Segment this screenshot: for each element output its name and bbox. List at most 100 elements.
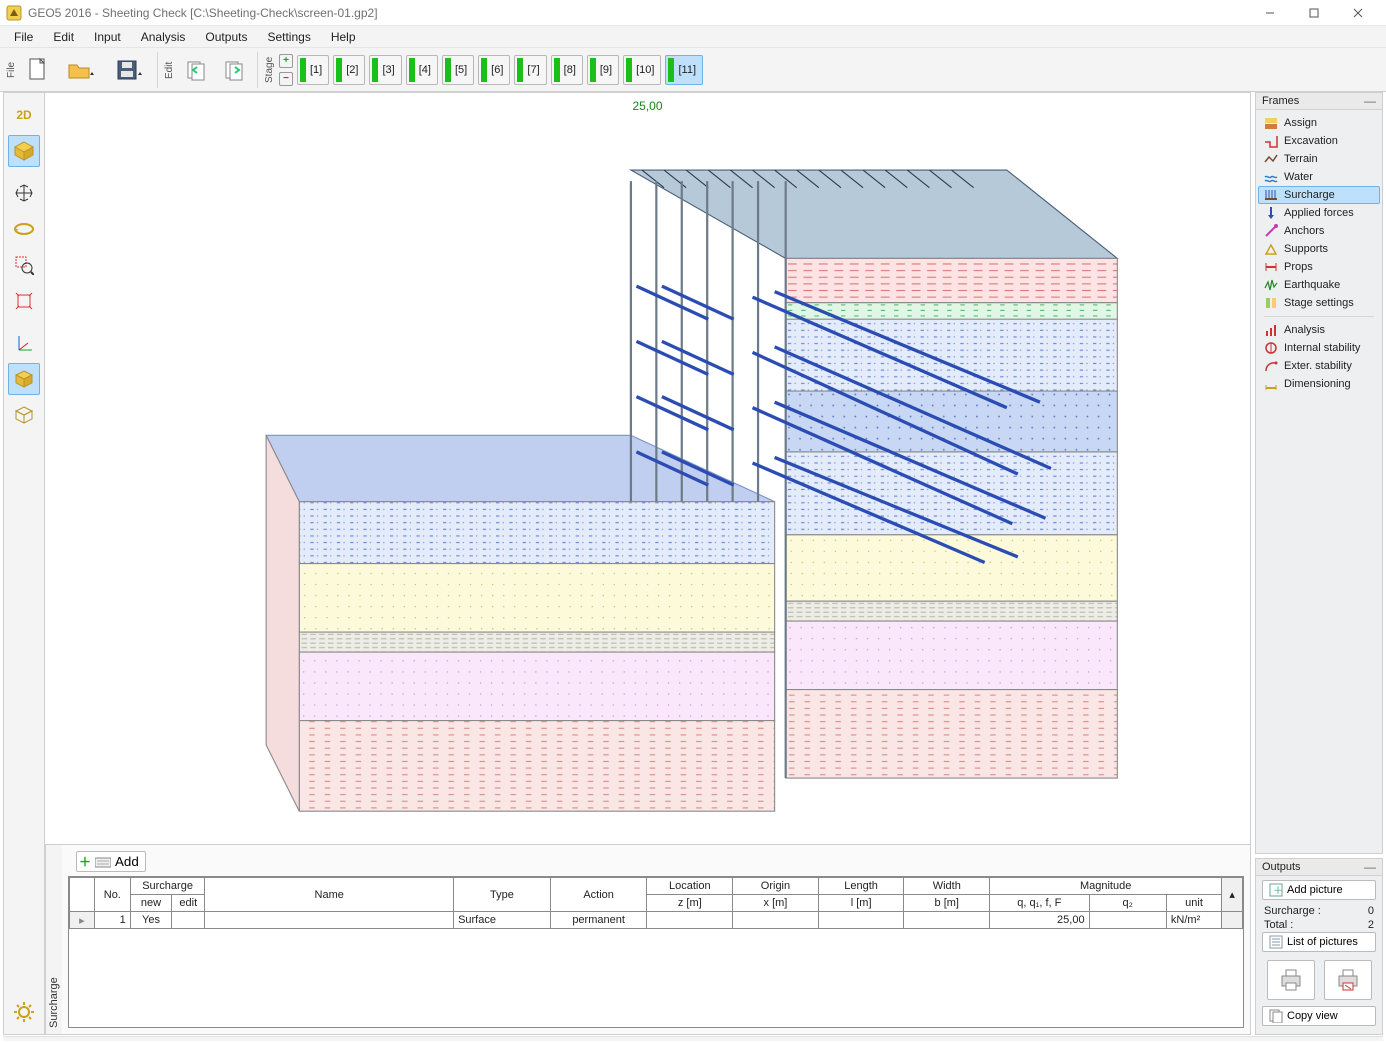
col-name[interactable]: Name <box>205 878 454 912</box>
pan-button[interactable] <box>8 177 40 209</box>
col-org2[interactable]: x [m] <box>733 895 819 912</box>
frame-item-internal-stability[interactable]: Internal stability <box>1258 339 1380 357</box>
stage-button-6[interactable]: [6] <box>478 55 510 85</box>
frame-item-earthquake[interactable]: Earthquake <box>1258 276 1380 294</box>
stage-button-2[interactable]: [2] <box>333 55 365 85</box>
menu-edit[interactable]: Edit <box>43 26 84 47</box>
wire-view-button[interactable] <box>8 399 40 431</box>
axes-button[interactable] <box>8 327 40 359</box>
stage-button-1[interactable]: [1] <box>297 55 329 85</box>
col-loc2[interactable]: z [m] <box>647 895 733 912</box>
toolbar: File Edit Stage + − [1][2][3][4][5][6][7… <box>0 48 1386 92</box>
terrain-icon <box>1264 152 1278 166</box>
add-picture-button[interactable]: ＋ Add picture <box>1262 880 1376 900</box>
zoom-window-button[interactable] <box>8 249 40 281</box>
stage-button-9[interactable]: [9] <box>587 55 619 85</box>
col-origin[interactable]: Origin <box>733 878 819 895</box>
col-surcharge[interactable]: Surcharge <box>130 878 205 895</box>
frame-item-assign[interactable]: Assign <box>1258 114 1380 132</box>
menu-settings[interactable]: Settings <box>257 26 320 47</box>
stage-button-8[interactable]: [8] <box>551 55 583 85</box>
frame-item-dimensioning[interactable]: Dimensioning <box>1258 375 1380 393</box>
copy-view-button[interactable]: Copy view <box>1262 1006 1376 1026</box>
col-mag2[interactable]: q₂ <box>1089 895 1166 912</box>
printer-color-icon <box>1335 968 1361 992</box>
zoom-extents-button[interactable] <box>8 285 40 317</box>
menu-analysis[interactable]: Analysis <box>131 26 196 47</box>
add-stage-button[interactable]: + <box>279 54 293 68</box>
status-bar <box>3 1036 1383 1041</box>
open-file-button[interactable] <box>59 53 103 87</box>
print-color-button[interactable] <box>1324 960 1372 1000</box>
stage-button-4[interactable]: [4] <box>406 55 438 85</box>
list-pictures-button[interactable]: List of pictures <box>1262 932 1376 952</box>
menu-input[interactable]: Input <box>84 26 131 47</box>
outputs-minimize-icon[interactable]: — <box>1364 860 1376 874</box>
frame-item-anchors[interactable]: Anchors <box>1258 222 1380 240</box>
col-edit[interactable]: edit <box>172 895 205 912</box>
menu-outputs[interactable]: Outputs <box>195 26 257 47</box>
stage-button-7[interactable]: [7] <box>514 55 546 85</box>
excavation-icon <box>1264 134 1278 148</box>
viewport-3d[interactable]: 25,00 <box>45 93 1250 844</box>
col-width[interactable]: Width <box>904 878 990 895</box>
col-action[interactable]: Action <box>550 878 647 912</box>
surcharge-table[interactable]: No. Surcharge Name Type Action Location … <box>68 876 1244 1028</box>
maximize-button[interactable] <box>1292 0 1336 26</box>
svg-text:＋: ＋ <box>1273 886 1283 897</box>
col-mag1[interactable]: q, q₁, f, F <box>990 895 1089 912</box>
frame-item-water[interactable]: Water <box>1258 168 1380 186</box>
col-no[interactable]: No. <box>94 878 130 912</box>
col-wid2[interactable]: b [m] <box>904 895 990 912</box>
view-3d-button[interactable] <box>8 135 40 167</box>
print-button[interactable] <box>1267 960 1315 1000</box>
frame-item-excavation[interactable]: Excavation <box>1258 132 1380 150</box>
add-surcharge-button[interactable]: ＋ Add <box>76 851 146 872</box>
save-file-button[interactable] <box>107 53 151 87</box>
menu-file[interactable]: File <box>4 26 43 47</box>
frame-item-props[interactable]: Props <box>1258 258 1380 276</box>
printer-icon <box>1278 968 1304 992</box>
orbit-button[interactable] <box>8 213 40 245</box>
copy-icon <box>1269 1009 1283 1023</box>
col-unit[interactable]: unit <box>1166 895 1221 912</box>
close-button[interactable] <box>1336 0 1380 26</box>
toolbar-group-stage-label: Stage <box>262 50 277 90</box>
undo-button[interactable] <box>179 53 213 87</box>
frame-item-analysis[interactable]: Analysis <box>1258 321 1380 339</box>
frame-item-applied-forces[interactable]: Applied forces <box>1258 204 1380 222</box>
view-2d-button[interactable]: 2D <box>8 99 40 131</box>
frame-item-surcharge[interactable]: Surcharge <box>1258 186 1380 204</box>
scroll-up[interactable]: ▴ <box>1222 878 1243 912</box>
analysis-icon <box>1264 323 1278 337</box>
settings-gear-button[interactable] <box>8 996 40 1028</box>
frames-panel-title: Frames <box>1262 95 1299 107</box>
col-magnitude[interactable]: Magnitude <box>990 878 1222 895</box>
redo-button[interactable] <box>217 53 251 87</box>
col-len2[interactable]: l [m] <box>818 895 904 912</box>
frame-item-stage-settings[interactable]: Stage settings <box>1258 294 1380 312</box>
minimize-button[interactable] <box>1248 0 1292 26</box>
solid-view-button[interactable] <box>8 363 40 395</box>
col-new[interactable]: new <box>130 895 171 912</box>
stage-button-11[interactable]: [11] <box>665 55 703 85</box>
stage-button-5[interactable]: [5] <box>442 55 474 85</box>
dim-icon <box>1264 377 1278 391</box>
frame-item-exter-stability[interactable]: Exter. stability <box>1258 357 1380 375</box>
col-length[interactable]: Length <box>818 878 904 895</box>
frames-minimize-icon[interactable]: — <box>1364 94 1376 108</box>
frame-item-terrain[interactable]: Terrain <box>1258 150 1380 168</box>
stage-button-10[interactable]: [10] <box>623 55 661 85</box>
picture-plus-icon: ＋ <box>1269 883 1283 897</box>
menu-help[interactable]: Help <box>321 26 366 47</box>
add-button-label: Add <box>115 854 139 869</box>
remove-stage-button[interactable]: − <box>279 72 293 86</box>
table-row[interactable]: ▸1YesSurfacepermanent25,00kN/m² <box>70 912 1243 929</box>
bottom-panel-tab[interactable]: Surcharge <box>45 845 62 1034</box>
stage-button-3[interactable]: [3] <box>369 55 401 85</box>
frame-item-supports[interactable]: Supports <box>1258 240 1380 258</box>
new-file-button[interactable] <box>21 53 55 87</box>
force-icon <box>1264 206 1278 220</box>
col-location[interactable]: Location <box>647 878 733 895</box>
col-type[interactable]: Type <box>454 878 551 912</box>
